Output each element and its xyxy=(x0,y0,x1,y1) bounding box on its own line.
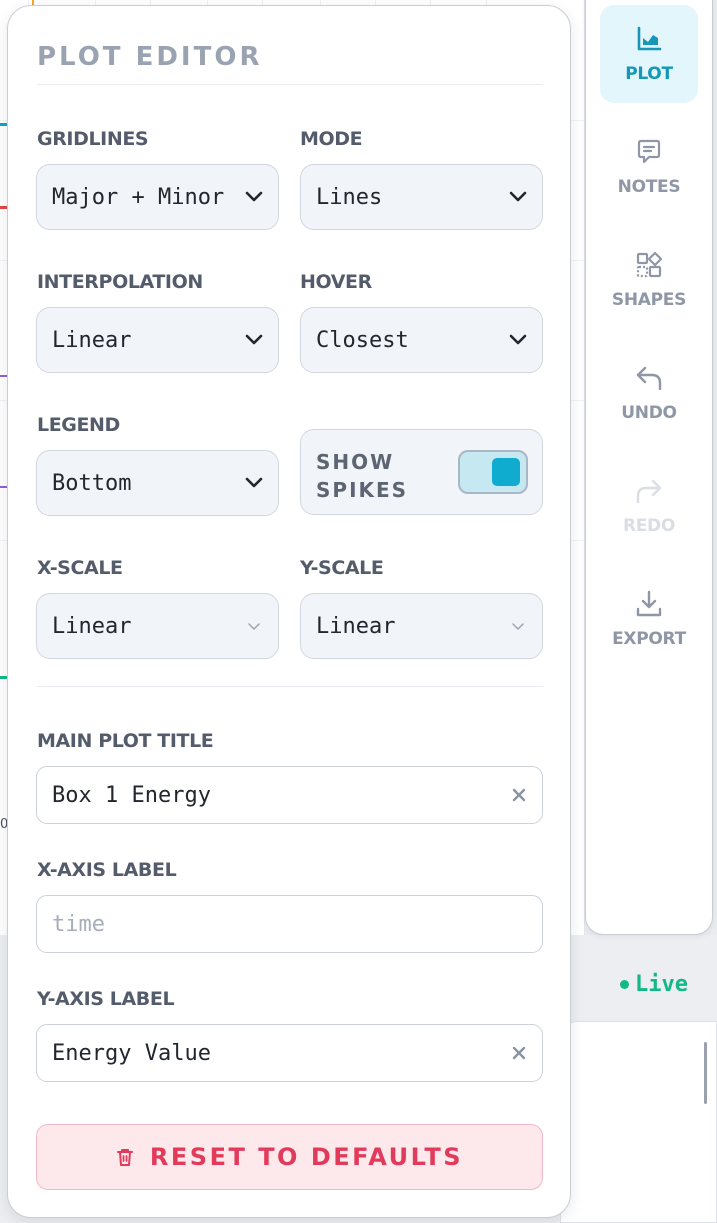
interpolation-value: Linear xyxy=(52,327,132,353)
toolbar-undo-button[interactable]: UNDO xyxy=(600,344,698,442)
toolbar-shapes-label: SHAPES xyxy=(611,290,687,310)
gridlines-value: Major + Minor xyxy=(52,184,225,210)
trash-icon xyxy=(116,1149,133,1166)
chevron-down-icon xyxy=(248,623,260,630)
mode-select[interactable]: Lines xyxy=(300,164,543,230)
mode-label: MODE xyxy=(300,128,363,150)
toolbar-shapes-button[interactable]: SHAPES xyxy=(600,231,698,329)
download-icon xyxy=(636,590,662,617)
toolbar-redo-label: REDO xyxy=(622,516,676,536)
title-divider xyxy=(37,84,543,85)
chevron-down-icon xyxy=(509,191,527,202)
chevron-down-icon xyxy=(245,334,263,345)
interpolation-label: INTERPOLATION xyxy=(37,271,203,293)
side-toolbar: PLOT NOTES SHAPES UNDO REDO EXPORT xyxy=(585,0,713,935)
toolbar-notes-button[interactable]: NOTES xyxy=(600,118,698,216)
x-axis-placeholder: time xyxy=(52,911,105,937)
panel-title: PLOT EDITOR xyxy=(37,42,263,72)
log-scrollbar[interactable] xyxy=(704,1042,707,1104)
y-axis-label-label: Y-AXIS LABEL xyxy=(37,988,175,1010)
switch-knob xyxy=(492,458,520,486)
clear-icon[interactable] xyxy=(511,1045,527,1061)
y-scale-label: Y-SCALE xyxy=(300,557,384,579)
chevron-down-icon xyxy=(512,623,524,630)
hover-label: HOVER xyxy=(300,271,372,293)
y-axis-label-input[interactable]: Energy Value xyxy=(36,1024,543,1082)
bottom-log-card xyxy=(560,1021,717,1223)
chevron-down-icon xyxy=(245,191,263,202)
live-dot-icon xyxy=(620,980,629,989)
gridlines-label: GRIDLINES xyxy=(37,128,149,150)
undo-icon xyxy=(636,366,662,391)
chevron-down-icon xyxy=(245,477,263,488)
live-indicator: Live xyxy=(620,972,688,997)
shapes-icon xyxy=(636,251,663,278)
legend-value: Bottom xyxy=(52,470,132,496)
gridlines-select[interactable]: Major + Minor xyxy=(36,164,279,230)
app-stage: 0 Live PLOT NOTES SHAPES UNDO REDO EXPOR… xyxy=(0,0,717,1223)
main-title-label: MAIN PLOT TITLE xyxy=(37,730,214,752)
hover-value: Closest xyxy=(316,327,409,353)
mode-value: Lines xyxy=(316,184,383,210)
x-scale-label: X-SCALE xyxy=(37,557,123,579)
toolbar-plot-label: PLOT xyxy=(625,64,673,84)
legend-label: LEGEND xyxy=(37,414,120,436)
y-scale-value: Linear xyxy=(316,613,396,639)
redo-icon xyxy=(636,479,662,504)
reset-label: RESET TO DEFAULTS xyxy=(149,1143,464,1171)
chart-icon xyxy=(637,26,662,51)
toolbar-export-label: EXPORT xyxy=(612,629,686,649)
toolbar-export-button[interactable]: EXPORT xyxy=(600,570,698,668)
show-spikes-switch[interactable] xyxy=(458,450,528,494)
toolbar-plot-button[interactable]: PLOT xyxy=(600,5,698,103)
toolbar-redo-button[interactable]: REDO xyxy=(600,457,698,555)
clear-icon[interactable] xyxy=(511,787,527,803)
x-axis-label-label: X-AXIS LABEL xyxy=(37,859,177,881)
y-scale-select[interactable]: Linear xyxy=(300,593,543,659)
toolbar-undo-label: UNDO xyxy=(621,403,677,423)
hover-select[interactable]: Closest xyxy=(300,307,543,373)
x-axis-label-input[interactable]: time xyxy=(36,895,543,953)
plot-editor-panel: PLOT EDITOR GRIDLINES Major + Minor MODE… xyxy=(7,5,571,1218)
show-spikes-label: SHOW SPIKES xyxy=(316,450,409,502)
interpolation-select[interactable]: Linear xyxy=(36,307,279,373)
main-title-input[interactable]: Box 1 Energy xyxy=(36,766,543,824)
live-label: Live xyxy=(635,972,688,997)
x-scale-value: Linear xyxy=(52,613,132,639)
y-axis-value: Energy Value xyxy=(52,1040,211,1066)
show-spikes-toggle-row: SHOW SPIKES xyxy=(300,429,543,515)
chevron-down-icon xyxy=(509,334,527,345)
legend-select[interactable]: Bottom xyxy=(36,450,279,516)
main-title-value: Box 1 Energy xyxy=(52,782,211,808)
x-scale-select[interactable]: Linear xyxy=(36,593,279,659)
toolbar-notes-label: NOTES xyxy=(617,177,681,197)
section-divider xyxy=(37,686,543,687)
comment-icon xyxy=(637,139,661,164)
reset-to-defaults-button[interactable]: RESET TO DEFAULTS xyxy=(36,1124,543,1190)
